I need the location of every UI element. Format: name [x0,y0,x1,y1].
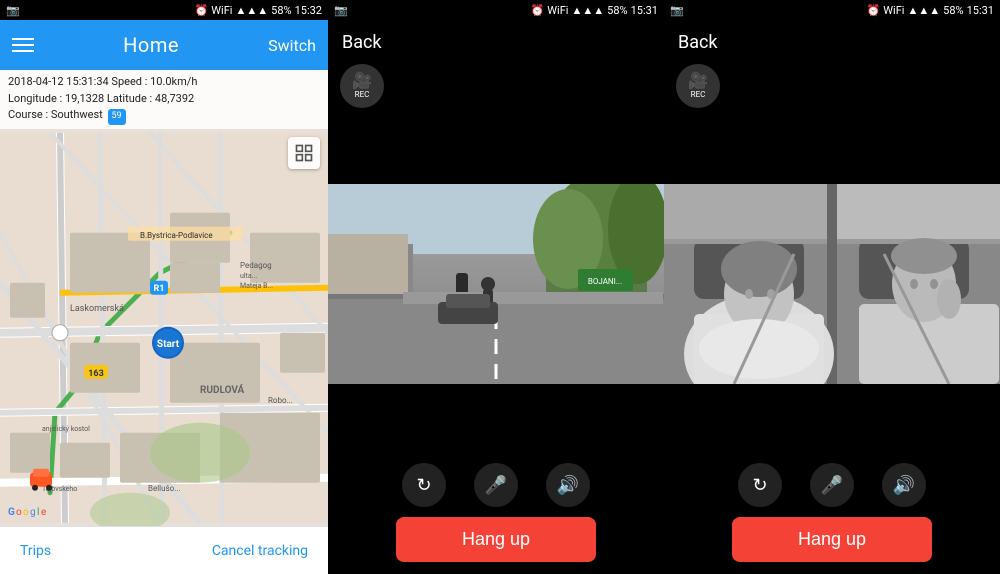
video-camera-icon: 📷 [334,4,348,17]
video2-header: Back [664,20,1000,64]
video-panel-interior: 📷 ⏰ WiFi ▲▲▲ 58% 15:31 Back 🎥 REC [664,0,1000,574]
v2-time: 15:31 [967,4,994,17]
status-bar-map: 📷 ⏰ WiFi ▲▲▲ 58% 15:32 [0,0,328,20]
mic-button-interior[interactable]: 🎤 [810,463,854,507]
video2-camera-icon: 📷 [670,4,684,17]
volume-button-front[interactable]: 🔊 [546,463,590,507]
back-button-interior[interactable]: Back [678,32,718,53]
v1-battery: 58% [607,4,627,17]
v2-wifi-icon: WiFi [883,4,904,17]
rec-camera-icon: 🎥 [352,73,372,89]
video1-status-icons: ⏰ WiFi ▲▲▲ 58% 15:31 [531,4,658,17]
video-feed-interior [664,184,1000,384]
cancel-tracking-link[interactable]: Cancel tracking [212,543,308,559]
map-panel: 📷 ⏰ WiFi ▲▲▲ 58% 15:32 Home Switch 2018-… [0,0,328,574]
svg-text:Bellušo...: Bellušo... [148,483,181,492]
speed-badge: 59 [108,109,126,125]
svg-text:o: o [16,506,22,517]
svg-text:anjelický kostol: anjelický kostol [42,424,90,432]
rotate-button-interior[interactable]: ↻ [738,463,782,507]
svg-text:BOJANI...: BOJANI... [588,277,622,286]
video-controls-front: ↻ 🎤 🔊 [328,453,664,517]
info-line3: Course : Southwest 59 [8,107,320,125]
status-icons: ⏰ WiFi ▲▲▲ 58% 15:32 [195,4,322,17]
v2-alarm-icon: ⏰ [867,4,881,17]
time-display: 15:32 [295,4,322,17]
switch-button[interactable]: Switch [268,36,316,55]
video-bottom-black-front [328,384,664,453]
header-title: Home [123,33,179,57]
svg-text:G: G [8,506,15,517]
svg-text:RUDLOVÁ: RUDLOVÁ [200,382,245,395]
video-controls-interior: ↻ 🎤 🔊 [664,453,1000,517]
svg-text:Mateja B...: Mateja B... [240,281,273,289]
rec-button-interior[interactable]: 🎥 REC [676,64,720,108]
rec-camera-icon-2: 🎥 [688,73,708,89]
svg-text:Pedagog: Pedagog [240,260,272,269]
svg-text:g: g [30,506,36,517]
rotate-icon-front: ↻ [416,475,431,496]
status-bar-video2: 📷 ⏰ WiFi ▲▲▲ 58% 15:31 [664,0,1000,20]
rec-button-front[interactable]: 🎥 REC [340,64,384,108]
svg-text:Laskomerská: Laskomerská [70,303,124,313]
mic-button-front[interactable]: 🎤 [474,463,518,507]
info-line2: Longitude : 19,1328 Latitude : 48,7392 [8,91,320,108]
video-bottom-black-interior [664,384,1000,453]
video-feed-front: BOJANI... [328,184,664,384]
info-bar: 2018-04-12 15:31:34 Speed : 10.0km/h Lon… [0,70,328,129]
svg-text:e: e [41,506,46,517]
video-panel-front: 📷 ⏰ WiFi ▲▲▲ 58% 15:31 Back 🎥 REC BOJANI… [328,0,664,574]
v1-time: 15:31 [631,4,658,17]
svg-text:ulta...: ulta... [240,271,257,279]
svg-text:Start: Start [157,338,180,349]
v1-signal-icon: ▲▲▲ [572,4,605,17]
battery-level: 58% [271,4,291,17]
rotate-button-front[interactable]: ↻ [402,463,446,507]
menu-button[interactable] [12,38,34,52]
rec-label-front: REC [355,90,370,99]
bottom-nav: Trips Cancel tracking [0,526,328,574]
svg-text:163: 163 [88,368,104,378]
v1-alarm-icon: ⏰ [531,4,545,17]
trips-link[interactable]: Trips [20,543,51,559]
alarm-icon: ⏰ [195,4,209,17]
volume-button-interior[interactable]: 🔊 [882,463,926,507]
svg-text:o: o [23,506,29,517]
status-bar-video1: 📷 ⏰ WiFi ▲▲▲ 58% 15:31 [328,0,664,20]
wifi-icon: WiFi [211,4,232,17]
hangup-button-front[interactable]: Hang up [396,517,596,562]
rec-label-interior: REC [691,90,706,99]
map-view[interactable]: Banská Bystrica Laskomerská B.Bystrica-P… [0,129,328,527]
v2-battery: 58% [943,4,963,17]
map-overlay-button[interactable] [288,137,320,169]
info-line1: 2018-04-12 15:31:34 Speed : 10.0km/h [8,74,320,91]
map-header: Home Switch [0,20,328,70]
v2-signal-icon: ▲▲▲ [908,4,941,17]
volume-icon-interior: 🔊 [893,475,915,496]
svg-text:B.Bystrica-Podlavice: B.Bystrica-Podlavice [140,230,213,239]
rotate-icon-interior: ↻ [752,475,767,496]
volume-icon-front: 🔊 [557,475,579,496]
svg-text:Robo...: Robo... [268,395,293,404]
video1-header: Back [328,20,664,64]
hangup-button-interior[interactable]: Hang up [732,517,932,562]
video2-status-icons: ⏰ WiFi ▲▲▲ 58% 15:31 [867,4,994,17]
svg-text:l: l [37,506,39,517]
back-button-front[interactable]: Back [342,32,382,53]
svg-text:R1: R1 [154,283,165,293]
v1-wifi-icon: WiFi [547,4,568,17]
camera-status-icon: 📷 [6,4,20,17]
mic-icon-interior: 🎤 [821,475,843,496]
signal-icon: ▲▲▲ [236,4,269,17]
mic-icon-front: 🎤 [485,475,507,496]
